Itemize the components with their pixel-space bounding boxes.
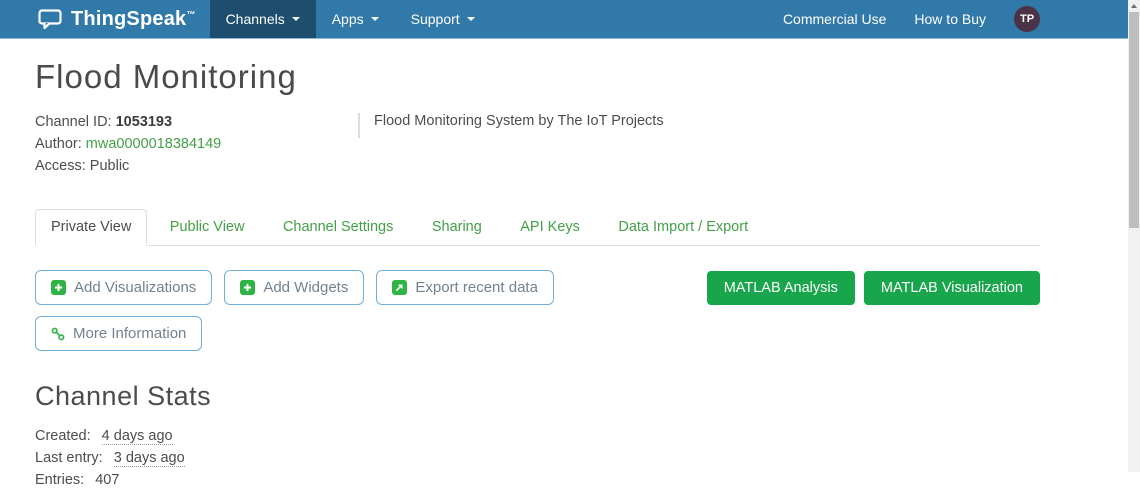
add-widgets-button[interactable]: Add Widgets: [224, 270, 365, 305]
author-row: Author: mwa0000018384149: [35, 133, 358, 155]
caret-down-icon: [466, 17, 475, 21]
navbar-right: Commercial Use How to Buy TP: [783, 0, 1040, 38]
vertical-scrollbar[interactable]: [1128, 0, 1140, 472]
nav-item-apps[interactable]: Apps: [316, 0, 395, 38]
access-label: Access:: [35, 158, 86, 174]
access-value: Public: [89, 158, 130, 174]
button-label: Add Visualizations: [74, 279, 197, 296]
stat-row-created: Created: 4 days ago: [35, 425, 1040, 447]
button-label: Export recent data: [415, 279, 538, 296]
stat-label: Created:: [35, 428, 91, 444]
channel-id-row: Channel ID: 1053193: [35, 111, 358, 133]
top-navbar: ThingSpeak™ Channels Apps Support Commer…: [0, 0, 1128, 39]
commercial-use-link[interactable]: Commercial Use: [783, 11, 886, 27]
nav-item-support[interactable]: Support: [395, 0, 491, 38]
channel-id-value: 1053193: [115, 114, 173, 130]
nav-item-label: Apps: [331, 11, 364, 27]
nav-item-label: Support: [410, 11, 460, 27]
channel-stats-heading: Channel Stats: [35, 381, 212, 411]
tab-data-import-export[interactable]: Data Import / Export: [602, 209, 764, 245]
plus-square-icon: [51, 280, 66, 295]
stat-row-last-entry: Last entry: 3 days ago: [35, 447, 1040, 469]
brand-name: ThingSpeak™: [71, 7, 196, 30]
stat-value: 4 days ago: [101, 428, 173, 445]
channel-id-label: Channel ID:: [35, 114, 112, 130]
tab-private-view[interactable]: Private View: [35, 209, 148, 245]
toolbar-row-2: More Information: [35, 316, 1040, 351]
scroll-up-button[interactable]: [1128, 0, 1140, 12]
author-link[interactable]: mwa0000018384149: [86, 136, 221, 152]
channel-info: Channel ID: 1053193 Author: mwa000001838…: [35, 111, 1040, 177]
speech-bubble-icon: [38, 8, 63, 30]
channel-tabs: Private View Public View Channel Setting…: [35, 209, 1040, 246]
button-label: Add Widgets: [263, 279, 349, 296]
link-icon: [51, 327, 65, 341]
matlab-visualization-button[interactable]: MATLAB Visualization: [863, 270, 1040, 305]
tab-channel-settings[interactable]: Channel Settings: [267, 209, 409, 245]
tab-sharing[interactable]: Sharing: [416, 209, 498, 245]
channel-description: Flood Monitoring System by The IoT Proje…: [374, 113, 664, 129]
trademark-symbol: ™: [186, 8, 196, 19]
tab-api-keys[interactable]: API Keys: [504, 209, 596, 245]
author-label: Author:: [35, 136, 82, 152]
nav-item-label: Channels: [225, 11, 285, 27]
stat-label: Last entry:: [35, 450, 103, 466]
stat-row-entries: Entries: 407: [35, 469, 1040, 491]
matlab-buttons: MATLAB Analysis MATLAB Visualization: [698, 270, 1040, 305]
channel-meta: Channel ID: 1053193 Author: mwa000001838…: [35, 111, 358, 177]
caret-down-icon: [370, 17, 379, 21]
button-label: More Information: [73, 325, 187, 342]
nav-item-channels[interactable]: Channels: [209, 0, 316, 38]
tab-public-view[interactable]: Public View: [154, 209, 261, 245]
thingspeak-brand[interactable]: ThingSpeak™: [38, 0, 196, 38]
stat-value: 407: [95, 472, 120, 488]
page-title: Flood Monitoring: [35, 58, 297, 95]
matlab-analysis-button[interactable]: MATLAB Analysis: [706, 270, 855, 305]
vertical-divider: [358, 113, 360, 138]
caret-down-icon: [291, 17, 300, 21]
more-information-button[interactable]: More Information: [35, 316, 203, 351]
export-recent-data-button[interactable]: Export recent data: [376, 270, 554, 305]
add-visualizations-button[interactable]: Add Visualizations: [35, 270, 213, 305]
access-row: Access: Public: [35, 155, 358, 177]
stat-label: Entries:: [35, 472, 85, 488]
stat-value: 3 days ago: [113, 450, 185, 467]
plus-square-icon: [240, 280, 256, 295]
toolbar-row-1: Add Visualizations Add Widgets Export re…: [35, 270, 1040, 305]
how-to-buy-link[interactable]: How to Buy: [914, 11, 986, 27]
scrollbar-thumb[interactable]: [1129, 12, 1139, 228]
user-avatar[interactable]: TP: [1014, 6, 1040, 32]
export-square-icon: [392, 280, 408, 295]
triangle-up-icon: [1131, 4, 1137, 8]
channel-stats: Created: 4 days ago Last entry: 3 days a…: [35, 425, 1040, 491]
main-content: Flood Monitoring Channel ID: 1053193 Aut…: [35, 58, 1040, 491]
